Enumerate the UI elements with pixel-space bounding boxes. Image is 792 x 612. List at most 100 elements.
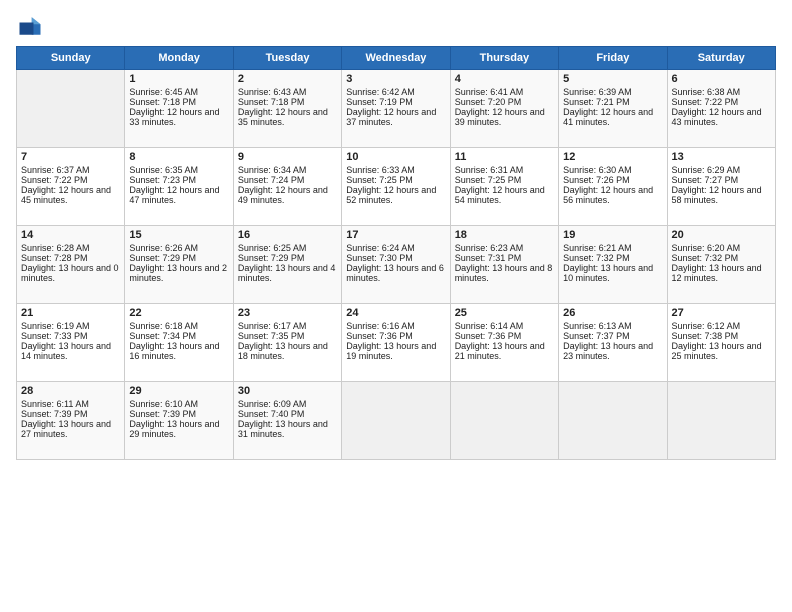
sunrise-text: Sunrise: 6:31 AM	[455, 165, 554, 175]
day-cell: 30 Sunrise: 6:09 AMSunset: 7:40 PMDayligh…	[233, 382, 341, 460]
sunrise-text: Sunrise: 6:43 AM	[238, 87, 337, 97]
sunrise-text: Sunrise: 6:20 AM	[672, 243, 771, 253]
week-row-3: 14Sunrise: 6:28 AMSunset: 7:28 PMDayligh…	[17, 226, 776, 304]
daylight-text: Daylight: 13 hours and 0 minutes.	[21, 263, 120, 283]
daylight-text: Daylight: 12 hours and 58 minutes.	[672, 185, 771, 205]
sunset-text: Sunset: 7:29 PM	[129, 253, 228, 263]
day-number: 8	[129, 151, 228, 163]
sunrise-text: Sunrise: 6:35 AM	[129, 165, 228, 175]
sunrise-text: Sunrise: 6:24 AM	[346, 243, 445, 253]
sunset-text: Sunset: 7:36 PM	[455, 331, 554, 341]
day-number: 25	[455, 307, 554, 319]
day-cell: 22Sunrise: 6:18 AMSunset: 7:34 PMDayligh…	[125, 304, 233, 382]
day-number: 10	[346, 151, 445, 163]
sunrise-text: Sunrise: 6:13 AM	[563, 321, 662, 331]
sunrise-text: Sunrise: 6:23 AM	[455, 243, 554, 253]
day-cell: 2Sunrise: 6:43 AMSunset: 7:18 PMDaylight…	[233, 70, 341, 148]
sunrise-text: Sunrise: 6:45 AM	[129, 87, 228, 97]
daylight-text: Daylight: 13 hours and 18 minutes.	[238, 341, 337, 361]
week-row-4: 21Sunrise: 6:19 AMSunset: 7:33 PMDayligh…	[17, 304, 776, 382]
day-number: 11	[455, 151, 554, 163]
day-number: 16	[238, 229, 337, 241]
day-cell: 23 Sunrise: 6:17 AMSunset: 7:35 PMDayligh…	[233, 304, 341, 382]
logo	[16, 12, 48, 40]
daylight-text: Daylight: 13 hours and 16 minutes.	[129, 341, 228, 361]
daylight-text: Daylight: 13 hours and 4 minutes.	[238, 263, 337, 283]
sunset-text: Sunset: 7:24 PM	[238, 175, 337, 185]
day-number: 14	[21, 229, 120, 241]
day-cell: 20 Sunrise: 6:20 AMSunset: 7:32 PMDayligh…	[667, 226, 775, 304]
sunrise-text: Sunrise: 6:16 AM	[346, 321, 445, 331]
day-number: 3	[346, 73, 445, 85]
sunrise-text: Sunrise: 6:30 AM	[563, 165, 662, 175]
sunset-text: Sunset: 7:32 PM	[563, 253, 662, 263]
daylight-text: Daylight: 13 hours and 6 minutes.	[346, 263, 445, 283]
day-cell: 3 Sunrise: 6:42 AMSunset: 7:19 PMDaylight…	[342, 70, 450, 148]
sunrise-text: Sunrise: 6:19 AM	[21, 321, 120, 331]
sunset-text: Sunset: 7:39 PM	[21, 409, 120, 419]
sunrise-text: Sunrise: 6:42 AM	[346, 87, 445, 97]
day-number: 24	[346, 307, 445, 319]
sunset-text: Sunset: 7:40 PM	[238, 409, 337, 419]
sunset-text: Sunset: 7:36 PM	[346, 331, 445, 341]
sunrise-text: Sunrise: 6:38 AM	[672, 87, 771, 97]
sunrise-text: Sunrise: 6:14 AM	[455, 321, 554, 331]
daylight-text: Daylight: 12 hours and 54 minutes.	[455, 185, 554, 205]
daylight-text: Daylight: 13 hours and 8 minutes.	[455, 263, 554, 283]
logo-icon	[16, 12, 44, 40]
col-header-wednesday: Wednesday	[342, 47, 450, 70]
sunset-text: Sunset: 7:22 PM	[672, 97, 771, 107]
day-cell: 4Sunrise: 6:41 AMSunset: 7:20 PMDaylight…	[450, 70, 558, 148]
sunset-text: Sunset: 7:23 PM	[129, 175, 228, 185]
day-cell	[17, 70, 125, 148]
sunrise-text: Sunrise: 6:28 AM	[21, 243, 120, 253]
sunset-text: Sunset: 7:18 PM	[129, 97, 228, 107]
sunset-text: Sunset: 7:30 PM	[346, 253, 445, 263]
sunset-text: Sunset: 7:35 PM	[238, 331, 337, 341]
day-cell: 11 Sunrise: 6:31 AMSunset: 7:25 PMDayligh…	[450, 148, 558, 226]
day-number: 13	[672, 151, 771, 163]
day-cell	[667, 382, 775, 460]
day-cell: 15Sunrise: 6:26 AMSunset: 7:29 PMDayligh…	[125, 226, 233, 304]
day-number: 17	[346, 229, 445, 241]
sunset-text: Sunset: 7:39 PM	[129, 409, 228, 419]
day-cell: 9Sunrise: 6:34 AMSunset: 7:24 PMDaylight…	[233, 148, 341, 226]
day-cell: 8Sunrise: 6:35 AMSunset: 7:23 PMDaylight…	[125, 148, 233, 226]
day-number: 20	[672, 229, 771, 241]
daylight-text: Daylight: 12 hours and 49 minutes.	[238, 185, 337, 205]
col-header-friday: Friday	[559, 47, 667, 70]
day-cell: 24 Sunrise: 6:16 AMSunset: 7:36 PMDayligh…	[342, 304, 450, 382]
calendar-table: SundayMondayTuesdayWednesdayThursdayFrid…	[16, 46, 776, 460]
sunset-text: Sunset: 7:33 PM	[21, 331, 120, 341]
col-header-monday: Monday	[125, 47, 233, 70]
sunrise-text: Sunrise: 6:17 AM	[238, 321, 337, 331]
day-number: 4	[455, 73, 554, 85]
sunset-text: Sunset: 7:19 PM	[346, 97, 445, 107]
daylight-text: Daylight: 13 hours and 12 minutes.	[672, 263, 771, 283]
day-number: 23	[238, 307, 337, 319]
day-number: 18	[455, 229, 554, 241]
sunset-text: Sunset: 7:32 PM	[672, 253, 771, 263]
sunrise-text: Sunrise: 6:39 AM	[563, 87, 662, 97]
sunrise-text: Sunrise: 6:21 AM	[563, 243, 662, 253]
daylight-text: Daylight: 13 hours and 19 minutes.	[346, 341, 445, 361]
daylight-text: Daylight: 13 hours and 31 minutes.	[238, 419, 337, 439]
col-header-tuesday: Tuesday	[233, 47, 341, 70]
col-header-thursday: Thursday	[450, 47, 558, 70]
daylight-text: Daylight: 13 hours and 27 minutes.	[21, 419, 120, 439]
daylight-text: Daylight: 12 hours and 33 minutes.	[129, 107, 228, 127]
day-number: 6	[672, 73, 771, 85]
sunset-text: Sunset: 7:26 PM	[563, 175, 662, 185]
main-container: SundayMondayTuesdayWednesdayThursdayFrid…	[0, 0, 792, 468]
sunrise-text: Sunrise: 6:09 AM	[238, 399, 337, 409]
sunset-text: Sunset: 7:21 PM	[563, 97, 662, 107]
daylight-text: Daylight: 12 hours and 41 minutes.	[563, 107, 662, 127]
day-number: 30	[238, 385, 337, 397]
daylight-text: Daylight: 13 hours and 21 minutes.	[455, 341, 554, 361]
sunrise-text: Sunrise: 6:26 AM	[129, 243, 228, 253]
sunset-text: Sunset: 7:25 PM	[455, 175, 554, 185]
sunrise-text: Sunrise: 6:12 AM	[672, 321, 771, 331]
daylight-text: Daylight: 12 hours and 37 minutes.	[346, 107, 445, 127]
sunrise-text: Sunrise: 6:41 AM	[455, 87, 554, 97]
day-cell: 1Sunrise: 6:45 AMSunset: 7:18 PMDaylight…	[125, 70, 233, 148]
